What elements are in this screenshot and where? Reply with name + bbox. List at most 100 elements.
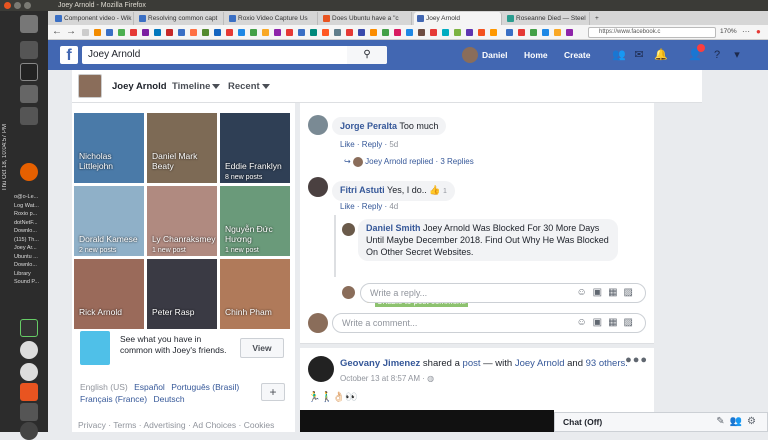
reply-link[interactable]: Reply: [362, 202, 382, 211]
drive-icon[interactable]: [20, 107, 38, 125]
avatar[interactable]: [342, 223, 355, 236]
bookmark-icon[interactable]: [358, 29, 365, 36]
bookmark-icon[interactable]: [394, 29, 401, 36]
bookmark-icon[interactable]: [346, 29, 353, 36]
post-author-link[interactable]: Geovany Jimenez: [340, 358, 420, 369]
nav-user-link[interactable]: Daniel: [482, 40, 508, 70]
footer-link[interactable]: Cookies: [244, 420, 275, 430]
maximize-window-icon[interactable]: [24, 2, 31, 9]
chat-icons[interactable]: ✎👥⚙: [716, 413, 761, 431]
bookmark-icon[interactable]: [530, 29, 537, 36]
bookmark-icon[interactable]: [250, 29, 257, 36]
browser-tab[interactable]: Resolving common capt: [136, 12, 224, 25]
language-link[interactable]: Deutsch: [153, 394, 184, 404]
avatar[interactable]: [308, 115, 328, 135]
composer-icons[interactable]: ☺▣▦▨: [576, 284, 639, 302]
browser-tab[interactable]: Roseanne Died — Steel: [504, 12, 590, 25]
bookmark-icon[interactable]: [518, 29, 525, 36]
window-list-item[interactable]: Sound P...: [14, 278, 48, 287]
bookmark-icon[interactable]: [190, 29, 197, 36]
window-list-item[interactable]: Ubuntu ...: [14, 253, 48, 262]
bookmark-icon[interactable]: [286, 29, 293, 36]
window-list-item[interactable]: dotNetF...: [14, 219, 48, 228]
window-list-item[interactable]: Downlo...: [14, 227, 48, 236]
language-link[interactable]: Português (Brasil): [171, 382, 239, 392]
chevron-down-icon[interactable]: [262, 84, 270, 89]
browser-tab[interactable]: Roxio Video Capture Us: [226, 12, 318, 25]
window-list-item[interactable]: Log Wat...: [14, 202, 48, 211]
software-center-icon[interactable]: [20, 383, 38, 401]
firefox-icon[interactable]: [20, 163, 38, 181]
close-window-icon[interactable]: [4, 2, 11, 9]
like-link[interactable]: Like: [340, 140, 355, 149]
bookmark-icon[interactable]: [442, 29, 449, 36]
bookmark-icon[interactable]: [554, 29, 561, 36]
tagged-user-link[interactable]: Joey Arnold: [515, 358, 565, 369]
reply-input[interactable]: Write a reply... ☺▣▦▨: [360, 283, 646, 303]
window-list-item[interactable]: Roxio p...: [14, 210, 48, 219]
add-language-button[interactable]: +: [261, 383, 285, 401]
browser-tab[interactable]: Component video - Wik: [52, 12, 134, 25]
bookmark-icon[interactable]: [262, 29, 269, 36]
browser-tab-active[interactable]: Joey Arnold: [414, 12, 502, 25]
bookmark-icon[interactable]: [202, 29, 209, 36]
view-button[interactable]: View: [240, 338, 284, 358]
footer-link[interactable]: Privacy: [78, 420, 106, 430]
window-list-item[interactable]: (115) Th...: [14, 236, 48, 245]
bookmark-icon[interactable]: [430, 29, 437, 36]
record-icon[interactable]: [20, 363, 38, 381]
avatar[interactable]: [308, 177, 328, 197]
bookmark-icon[interactable]: [118, 29, 125, 36]
nav-create-link[interactable]: Create: [564, 40, 590, 70]
bookmark-icon[interactable]: [142, 29, 149, 36]
friend-tile[interactable]: Nguyễn Đức Hương 1 new post: [220, 186, 290, 256]
tab-timeline[interactable]: Timeline: [172, 81, 210, 92]
post-date[interactable]: October 13 at 8:57 AM · ◍: [340, 374, 434, 383]
bookmark-icon[interactable]: [406, 29, 413, 36]
trash-icon[interactable]: [20, 15, 38, 33]
account-menu-icon[interactable]: ▾: [730, 48, 744, 62]
bookmark-icon[interactable]: [418, 29, 425, 36]
back-icon[interactable]: ←: [52, 26, 62, 37]
bookmark-icon[interactable]: [466, 29, 473, 36]
friend-requests-icon[interactable]: 👥: [612, 48, 626, 62]
window-list-item[interactable]: Joey Ar...: [14, 244, 48, 253]
commenter-name[interactable]: Fitri Astuti: [340, 185, 385, 195]
friend-tile[interactable]: Nicholas Littlejohn: [74, 113, 144, 183]
bookmark-icon[interactable]: [310, 29, 317, 36]
friend-tile[interactable]: Ly Chanraksmey 1 new post: [147, 186, 217, 256]
obs-icon[interactable]: [20, 341, 38, 359]
forward-icon[interactable]: →: [66, 26, 76, 37]
bookmark-icon[interactable]: [478, 29, 485, 36]
composer-icons[interactable]: ☺▣▦▨: [576, 314, 639, 332]
bookmark-icon[interactable]: [226, 29, 233, 36]
rss-icon[interactable]: [490, 29, 497, 36]
replies-summary[interactable]: ↪ Joey Arnold replied · 3 Replies: [344, 157, 474, 167]
others-link[interactable]: 93 others.: [586, 358, 628, 369]
zoom-level[interactable]: 170%: [720, 28, 737, 35]
bookmark-icon[interactable]: [106, 29, 113, 36]
bookmark-icon[interactable]: [370, 29, 377, 36]
bookmark-icon[interactable]: [154, 29, 161, 36]
footer-link[interactable]: Terms: [113, 420, 136, 430]
friend-tile[interactable]: Eddie Franklyn 8 new posts: [220, 113, 290, 183]
browser-tab[interactable]: Does Ubuntu have a "c: [320, 12, 412, 25]
window-list-item[interactable]: o@o-Le...: [14, 193, 48, 202]
reply-link[interactable]: Reply: [362, 140, 382, 149]
bookmark-icon[interactable]: [298, 29, 305, 36]
footer-link[interactable]: Advertising: [144, 420, 186, 430]
like-link[interactable]: Like: [340, 202, 355, 211]
commenter-name[interactable]: Jorge Peralta: [340, 121, 397, 131]
text-editor-icon[interactable]: [20, 41, 38, 59]
commenter-name[interactable]: Daniel Smith: [366, 223, 421, 233]
bookmark-icon[interactable]: [166, 29, 173, 36]
profile-name[interactable]: Joey Arnold: [112, 81, 167, 92]
friend-tile[interactable]: Dorald Kamese 2 new posts: [74, 186, 144, 256]
avatar[interactable]: [462, 47, 478, 63]
reaction-count[interactable]: 1: [443, 188, 447, 195]
bookmark-icon[interactable]: [238, 29, 245, 36]
messenger-icon[interactable]: ✉: [632, 48, 646, 62]
tab-recent[interactable]: Recent: [228, 81, 260, 92]
bookmark-icon[interactable]: [274, 29, 281, 36]
friend-tile[interactable]: Daniel Mark Beaty: [147, 113, 217, 183]
